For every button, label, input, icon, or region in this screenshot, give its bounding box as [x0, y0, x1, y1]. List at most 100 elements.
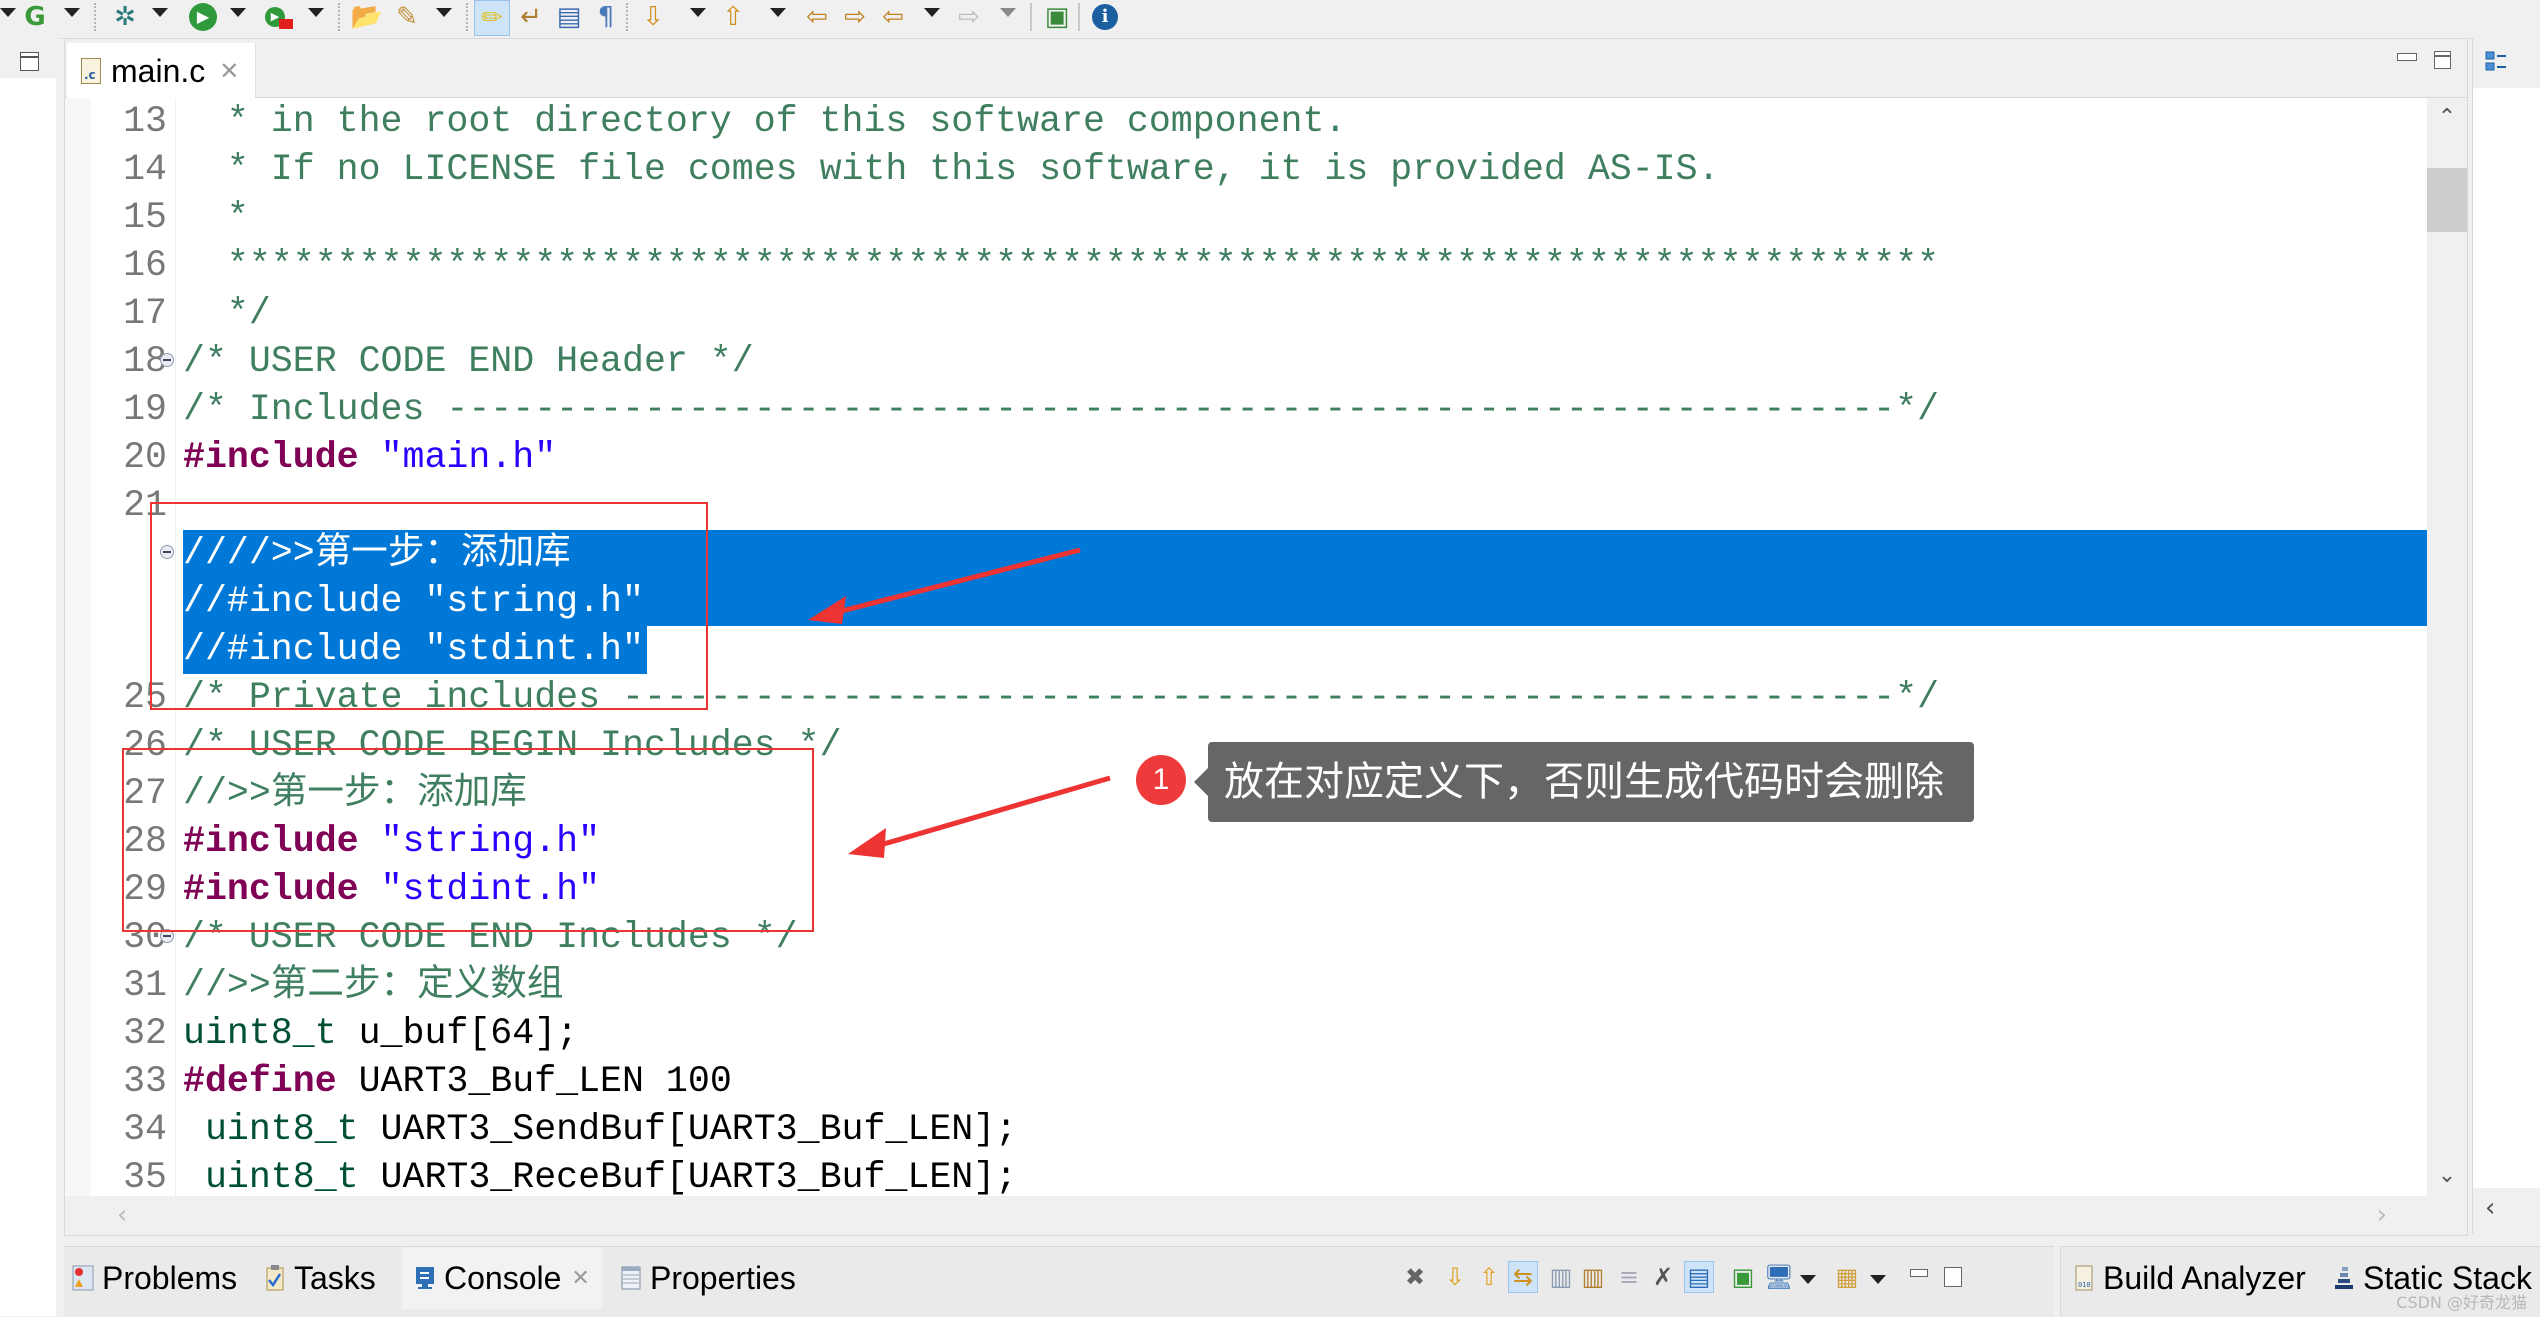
- toolbar-separator: [626, 3, 630, 31]
- search-icon[interactable]: ✎: [390, 0, 424, 34]
- previous-annotation-dropdown[interactable]: [770, 8, 786, 17]
- scroll-right-icon[interactable]: ›: [2377, 1200, 2387, 1230]
- restore-view-button[interactable]: [20, 52, 39, 71]
- pin-console-icon[interactable]: ▥: [1578, 1261, 1608, 1293]
- tab-build-analyzer[interactable]: 010 Build Analyzer: [2073, 1247, 2306, 1309]
- code-line[interactable]: 24 //#include "stdint.h": [65, 626, 2427, 674]
- code-line[interactable]: 14 * If no LICENSE file comes with this …: [65, 146, 2427, 194]
- code-text: #include "string.h": [183, 818, 600, 866]
- code-line[interactable]: 13 * in the root directory of this softw…: [65, 98, 2427, 146]
- open-console-dropdown[interactable]: [1870, 1275, 1886, 1284]
- outline-view-icon[interactable]: [2485, 50, 2507, 72]
- minimize-button[interactable]: [2397, 53, 2417, 61]
- pin-icon[interactable]: ▣: [1728, 1261, 1758, 1293]
- display-selected-console-icon[interactable]: 🖥: [1764, 1261, 1794, 1293]
- code-line[interactable]: 19 /* Includes --------------------------…: [65, 386, 2427, 434]
- code-line[interactable]: 22 ////>>第一步：添加库: [65, 530, 2427, 578]
- open-type-icon[interactable]: 📂: [350, 0, 384, 34]
- line-number: 35: [123, 1157, 167, 1196]
- code-text: uint8_t UART3_ReceBuf[UART3_Buf_LEN];: [183, 1154, 1017, 1196]
- info-icon[interactable]: i: [1088, 0, 1122, 34]
- pin-editor-icon[interactable]: ▣: [1040, 0, 1074, 34]
- forward-icon[interactable]: ⇨: [952, 0, 986, 34]
- horizontal-scrollbar[interactable]: ‹ ›: [65, 1196, 2427, 1234]
- open-console-icon[interactable]: ▦: [1832, 1261, 1862, 1293]
- display-console-dropdown[interactable]: [1800, 1275, 1816, 1284]
- mark-occurrences-icon[interactable]: ✏: [474, 0, 510, 36]
- tab-problems[interactable]: Problems: [72, 1247, 237, 1309]
- word-wrap-icon[interactable]: ≡: [1614, 1261, 1644, 1293]
- remove-launch-icon[interactable]: ✗: [1648, 1261, 1678, 1293]
- tab-properties[interactable]: Properties: [620, 1247, 796, 1309]
- code-line[interactable]: 33 #define UART3_Buf_LEN 100: [65, 1058, 2427, 1106]
- right-view-stack: ‹: [2472, 38, 2540, 1234]
- code-line[interactable]: 25 /* Private includes ------------------…: [65, 674, 2427, 722]
- link-with-editor-icon[interactable]: ⇆: [1508, 1261, 1538, 1293]
- maximize-button[interactable]: [2434, 51, 2451, 69]
- search-dropdown[interactable]: [436, 8, 452, 17]
- external-tools-icon[interactable]: ▶: [262, 0, 296, 34]
- code-line[interactable]: 35 uint8_t UART3_ReceBuf[UART3_Buf_LEN];: [65, 1154, 2427, 1196]
- forward-edit-icon[interactable]: ⇨: [838, 0, 872, 34]
- scroll-left-icon[interactable]: ‹: [2485, 1193, 2495, 1223]
- tab-console[interactable]: Console ✕: [402, 1247, 602, 1309]
- external-tools-dropdown[interactable]: [308, 8, 324, 17]
- code-line[interactable]: 32 uint8_t u_buf[64];: [65, 1010, 2427, 1058]
- code-line[interactable]: 28 #include "string.h": [65, 818, 2427, 866]
- close-tab-icon[interactable]: ✕: [219, 57, 239, 85]
- code-line[interactable]: 16 *************************************…: [65, 242, 2427, 290]
- block-selection-icon[interactable]: ▤: [552, 0, 586, 34]
- scroll-down-icon[interactable]: ⇩: [1440, 1261, 1470, 1293]
- code-line[interactable]: 23 //#include "string.h": [65, 578, 2427, 626]
- next-annotation-dropdown[interactable]: [690, 8, 706, 17]
- previous-annotation-icon[interactable]: ⇧: [716, 0, 750, 34]
- fold-toggle-icon[interactable]: [160, 353, 174, 367]
- clear-console-icon[interactable]: ✖: [1400, 1261, 1430, 1293]
- dropdown-arrow-icon[interactable]: [0, 8, 16, 17]
- code-token: /* USER CODE END Header */: [183, 341, 754, 382]
- scroll-lock-icon[interactable]: ▥: [1546, 1261, 1576, 1293]
- code-text: uint8_t u_buf[64];: [183, 1010, 578, 1058]
- fold-toggle-icon[interactable]: [160, 929, 174, 943]
- line-number: 25: [123, 677, 167, 718]
- scroll-left-icon[interactable]: ‹: [117, 1200, 127, 1230]
- back-icon[interactable]: ⇦: [876, 0, 910, 34]
- scroll-up-icon[interactable]: ⇧: [1474, 1261, 1504, 1293]
- back-dropdown[interactable]: [924, 8, 940, 17]
- new-project-dropdown[interactable]: [64, 8, 80, 17]
- show-whitespace-icon[interactable]: ¶: [592, 0, 620, 34]
- code-line[interactable]: 15 *: [65, 194, 2427, 242]
- code-line[interactable]: 29 #include "stdint.h": [65, 866, 2427, 914]
- forward-dropdown[interactable]: [1000, 8, 1016, 17]
- vertical-scrollbar[interactable]: ⌃ ⌄: [2427, 98, 2467, 1196]
- code-line[interactable]: 21: [65, 482, 2427, 530]
- scroll-up-icon[interactable]: ⌃: [2435, 106, 2459, 130]
- debug-dropdown[interactable]: [152, 8, 168, 17]
- run-dropdown[interactable]: [230, 8, 246, 17]
- debug-icon[interactable]: ✲: [108, 0, 142, 34]
- minimize-button[interactable]: [1910, 1269, 1928, 1277]
- maximize-button[interactable]: [1944, 1267, 1962, 1287]
- properties-icon: [621, 1266, 641, 1290]
- close-tab-icon[interactable]: ✕: [571, 1265, 589, 1291]
- show-console-on-output-icon[interactable]: ▤: [1684, 1261, 1714, 1293]
- next-annotation-icon[interactable]: ⇩: [636, 0, 670, 34]
- code-line[interactable]: 30 /* USER CODE END Includes */: [65, 914, 2427, 962]
- code-line[interactable]: 34 uint8_t UART3_SendBuf[UART3_Buf_LEN];: [65, 1106, 2427, 1154]
- scroll-down-icon[interactable]: ⌄: [2435, 1164, 2459, 1188]
- code-line[interactable]: 20 #include "main.h": [65, 434, 2427, 482]
- scroll-thumb[interactable]: [2427, 168, 2467, 232]
- code-line[interactable]: 31 //>>第二步：定义数组: [65, 962, 2427, 1010]
- code-line[interactable]: 17 */: [65, 290, 2427, 338]
- fold-toggle-icon[interactable]: [160, 545, 174, 559]
- new-project-icon[interactable]: G: [18, 0, 52, 34]
- tab-main-c[interactable]: .c main.c ✕: [67, 43, 256, 99]
- run-icon[interactable]: ▶: [186, 0, 220, 34]
- word-wrap-icon[interactable]: ↵: [514, 0, 548, 34]
- line-number: 16: [123, 245, 167, 286]
- tab-tasks[interactable]: Tasks: [264, 1247, 376, 1309]
- last-edit-location-icon[interactable]: ⇦: [800, 0, 834, 34]
- code-line[interactable]: 18 /* USER CODE END Header */: [65, 338, 2427, 386]
- code-editor[interactable]: 13 * in the root directory of this softw…: [65, 98, 2427, 1196]
